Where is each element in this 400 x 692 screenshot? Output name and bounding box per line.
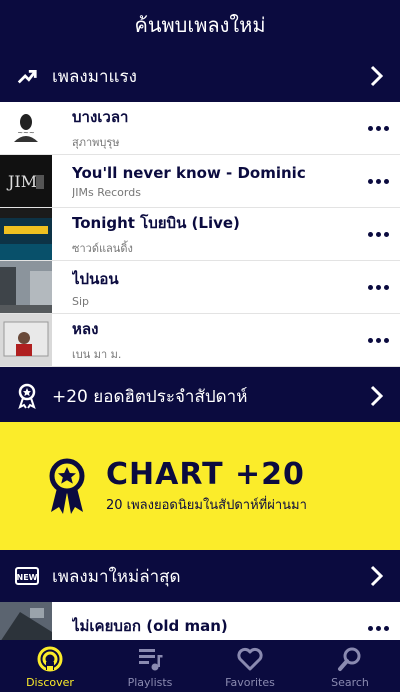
album-art [0,602,52,640]
more-options-icon[interactable] [356,208,400,261]
section-header-trending[interactable]: เพลงมาแรง [0,50,400,102]
song-row[interactable]: ~~~ บางเวลา สุภาพบุรุษ [0,102,400,155]
tab-discover[interactable]: Discover [0,640,100,692]
tab-playlists[interactable]: Playlists [100,640,200,692]
section-header-newest[interactable]: NEW เพลงมาใหม่ล่าสุด [0,550,400,602]
song-title: You'll never know - Dominic [72,163,306,182]
section-title: เพลงมาแรง [52,66,137,87]
trending-up-icon [14,63,40,89]
album-art [0,208,52,260]
banner-subtitle: 20 เพลงยอดนิยมในสัปดาห์ที่ผ่านมา [106,498,307,513]
tab-favorites[interactable]: Favorites [200,640,300,692]
tab-label: Discover [26,676,74,689]
award-icon [14,383,40,409]
svg-text:~~~: ~~~ [17,129,35,137]
more-options-icon[interactable] [356,155,400,208]
trending-song-list: ~~~ บางเวลา สุภาพบุรุษ JIM You'll never … [0,102,400,367]
song-title: หลง [72,320,99,338]
svg-text:JIM: JIM [6,172,37,191]
song-row[interactable]: Tonight โบยบิน (Live) ซาวด์แลนดิ้ง [0,208,400,261]
search-icon [335,645,365,673]
banner-title: CHART +20 [106,457,305,492]
heart-icon [235,645,265,673]
album-art [0,314,52,366]
ribbon-award-icon [49,458,85,514]
song-title: ไม่เคยบอก (old man) [72,617,228,635]
album-art [0,261,52,313]
chevron-right-icon[interactable] [366,563,386,589]
top-bar: ค้นพบเพลงใหม่ [0,0,400,50]
more-options-icon[interactable] [356,602,400,640]
bottom-tab-bar: Discover Playlists Favorites Search [0,640,400,692]
album-art: JIM [0,155,52,207]
svg-text:NEW: NEW [17,573,38,582]
song-artist: JIMs Records [72,185,141,199]
song-title: บางเวลา [72,108,129,126]
section-title: เพลงมาใหม่ล่าสุด [52,566,181,587]
song-title: Tonight โบยบิน (Live) [72,214,240,232]
chart-banner[interactable]: CHART +20 20 เพลงยอดนิยมในสัปดาห์ที่ผ่าน… [0,422,400,550]
song-row[interactable]: หลง เบน มา ม. [0,314,400,367]
song-row[interactable]: ไม่เคยบอก (old man) [0,602,400,640]
playlists-icon [135,645,165,673]
song-artist: ซาวด์แลนดิ้ง [72,242,133,255]
more-options-icon[interactable] [356,314,400,367]
tab-label: Search [331,676,369,689]
more-options-icon[interactable] [356,102,400,155]
album-art: ~~~ [0,102,52,154]
song-artist: Sip [72,294,90,308]
chevron-right-icon[interactable] [366,63,386,89]
song-row[interactable]: ไปนอน Sip [0,261,400,314]
section-title: +20 ยอดฮิตประจำสัปดาห์ [52,386,248,407]
page-title: ค้นพบเพลงใหม่ [134,13,266,37]
song-row[interactable]: JIM You'll never know - Dominic JIMs Rec… [0,155,400,208]
song-artist: สุภาพบุรุษ [72,136,120,149]
tab-search[interactable]: Search [300,640,400,692]
more-options-icon[interactable] [356,261,400,314]
new-badge-icon: NEW [14,563,40,589]
new-song-list: ไม่เคยบอก (old man) [0,602,400,640]
section-header-weekly[interactable]: +20 ยอดฮิตประจำสัปดาห์ [0,370,400,422]
tab-label: Favorites [225,676,275,689]
song-artist: เบน มา ม. [72,348,122,361]
tab-label: Playlists [127,676,173,689]
discover-icon [35,645,65,673]
song-title: ไปนอน [72,269,119,288]
chevron-right-icon[interactable] [366,383,386,409]
